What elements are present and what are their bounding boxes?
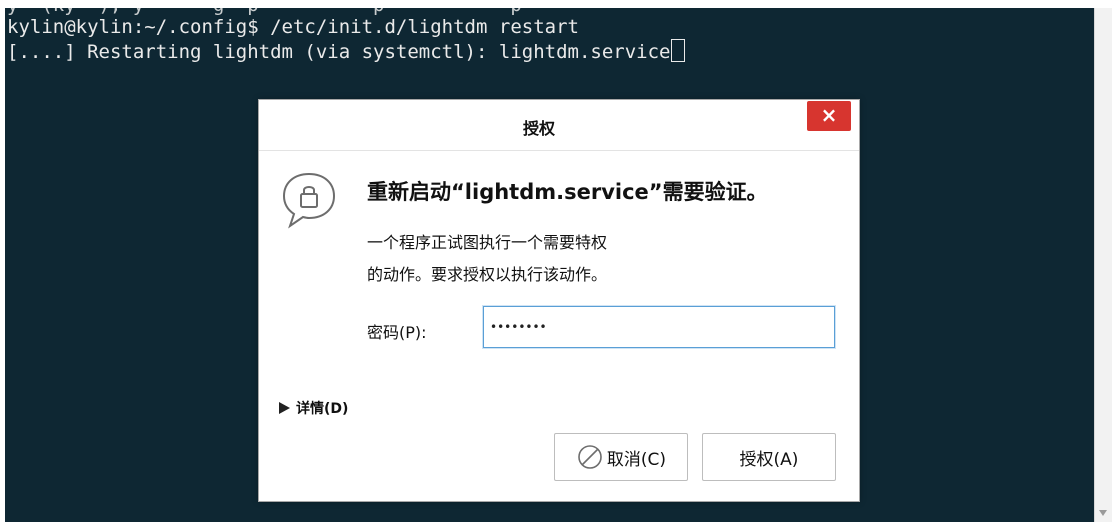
- scroll-down-arrow-icon[interactable]: [1099, 510, 1107, 516]
- close-button[interactable]: ×: [807, 101, 851, 131]
- triangle-right-icon: [279, 402, 290, 414]
- cancel-button[interactable]: 取消(C): [554, 433, 688, 481]
- details-toggle[interactable]: 详情(D): [279, 398, 348, 418]
- dialog-heading: 重新启动“lightdm.service”需要验证。: [367, 180, 768, 204]
- screen: y (ky ), y g p p p kylin@kylin:~/.config…: [0, 0, 1112, 522]
- circle-slash-icon: [578, 445, 602, 469]
- terminal-cursor: [671, 39, 686, 62]
- password-label: 密码(P):: [367, 323, 427, 342]
- dialog-description: 一个程序正试图执行一个需要特权 的动作。要求授权以执行该动作。: [367, 227, 747, 291]
- password-field[interactable]: [483, 306, 835, 348]
- dialog-titlebar[interactable]: 授权 ×: [259, 100, 859, 151]
- authorize-label: 授权(A): [739, 449, 799, 470]
- authorize-button[interactable]: 授权(A): [702, 433, 836, 481]
- description-line-1: 一个程序正试图执行一个需要特权: [367, 233, 608, 252]
- terminal-line-output: [....] Restarting lightdm (via systemctl…: [7, 39, 686, 64]
- terminal-output-text: [....] Restarting lightdm (via systemctl…: [7, 41, 671, 63]
- dialog-title: 授权: [522, 119, 555, 138]
- speech-bubble-lock-icon: [282, 172, 336, 229]
- terminal-line-command: kylin@kylin:~/.config$ /etc/init.d/light…: [7, 16, 579, 38]
- terminal-scrollbar[interactable]: [1094, 8, 1112, 522]
- details-label: 详情(D): [296, 401, 349, 417]
- authorization-dialog: 授权 × 重新启动“lightdm.service”需要验证。 一个程序正试图执…: [258, 99, 860, 502]
- cancel-label: 取消(C): [606, 449, 667, 470]
- description-line-2: 的动作。要求授权以执行该动作。: [367, 265, 608, 284]
